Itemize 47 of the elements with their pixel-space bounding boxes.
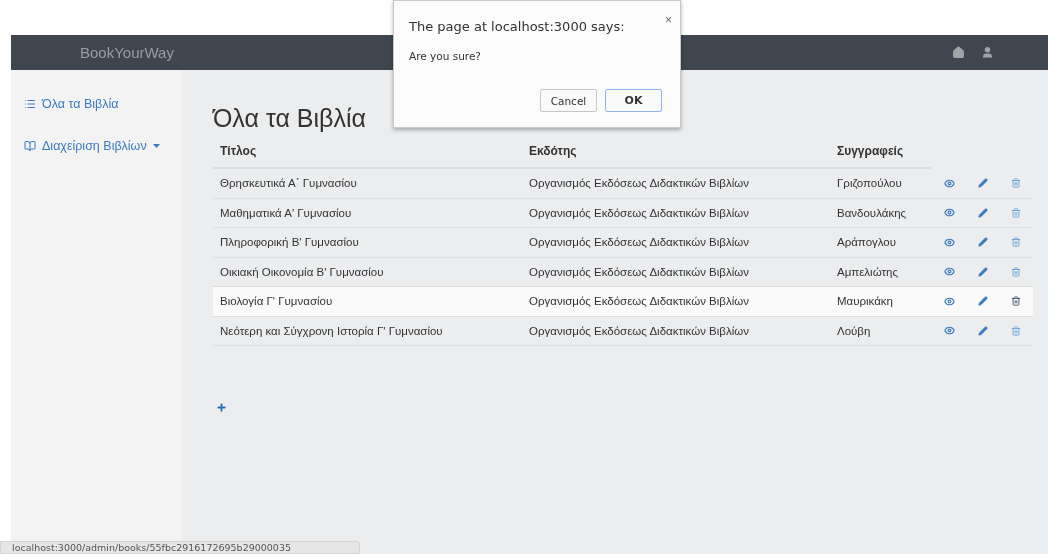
caret-icon — [152, 144, 160, 148]
brand-name[interactable]: BookYourWay — [80, 44, 174, 61]
book-icon — [24, 140, 36, 152]
column-header: Εκδότης — [522, 139, 830, 169]
table-cell: Λούβη — [830, 316, 931, 346]
page-title: Όλα τα Βιβλία — [213, 104, 367, 133]
view-icon[interactable] — [943, 207, 955, 219]
list-icon — [24, 98, 36, 110]
edit-icon[interactable] — [978, 237, 988, 248]
table-cell: Γριζοπούλου — [830, 169, 931, 199]
table-cell: Οργανισμός Εκδόσεως Διδακτικών Βιβλίων — [522, 316, 830, 346]
view-icon[interactable] — [943, 295, 955, 307]
table-cell: Οργανισμός Εκδόσεως Διδακτικών Βιβλίων — [522, 228, 830, 258]
edit-icon[interactable] — [978, 325, 988, 336]
table-cell: Οργανισμός Εκδόσεως Διδακτικών Βιβλίων — [522, 169, 830, 199]
edit-icon[interactable] — [978, 296, 988, 307]
status-url: localhost:3000/admin/books/55fbc2916172695b29000035 — [0, 541, 360, 554]
column-header: Συγγραφείς — [830, 139, 931, 169]
table-cell: Πληροφορική Β' Γυμνασίου — [213, 228, 522, 258]
home-icon[interactable] — [952, 46, 965, 59]
ok-button[interactable]: OK — [605, 89, 662, 112]
edit-icon[interactable] — [978, 207, 988, 218]
view-icon[interactable] — [943, 325, 955, 337]
table-cell: Θρησκευτικά Α΄ Γυμνασίου — [213, 169, 522, 199]
cancel-button[interactable]: Cancel — [540, 89, 597, 112]
edit-icon[interactable] — [978, 178, 988, 189]
close-button[interactable]: × — [665, 13, 672, 27]
user-icon[interactable] — [981, 46, 994, 59]
table-cell: Βανδουλάκης — [830, 198, 931, 228]
delete-icon[interactable] — [1011, 296, 1021, 307]
dialog-message: Are you sure? — [409, 50, 481, 62]
table-cell: Μαθηματικά Α' Γυμνασίου — [213, 198, 522, 228]
view-icon[interactable] — [943, 236, 955, 248]
table-cell: Αράπογλου — [830, 228, 931, 258]
add-icon[interactable] — [216, 402, 227, 413]
table-cell: Μαυρικάκη — [830, 287, 931, 317]
sidebar-link[interactable]: Όλα τα Βιβλία — [24, 97, 182, 111]
table-cell: Οργανισμός Εκδόσεως Διδακτικών Βιβλίων — [522, 198, 830, 228]
column-header: Τίτλος — [213, 139, 522, 169]
dialog-title: The page at localhost:3000 says: — [409, 19, 625, 34]
edit-icon[interactable] — [978, 266, 988, 277]
sidebar-dropdown[interactable]: Διαχείριση Βιβλίων — [24, 139, 182, 153]
table-cell: Νεότερη και Σύγχρονη Ιστορία Γ' Γυμνασίου — [213, 316, 522, 346]
table-cell: Βιολογία Γ' Γυμνασίου — [213, 287, 522, 317]
table-cell: Οργανισμός Εκδόσεως Διδακτικών Βιβλίων — [522, 287, 830, 317]
view-icon[interactable] — [943, 177, 955, 189]
view-icon[interactable] — [943, 266, 955, 278]
